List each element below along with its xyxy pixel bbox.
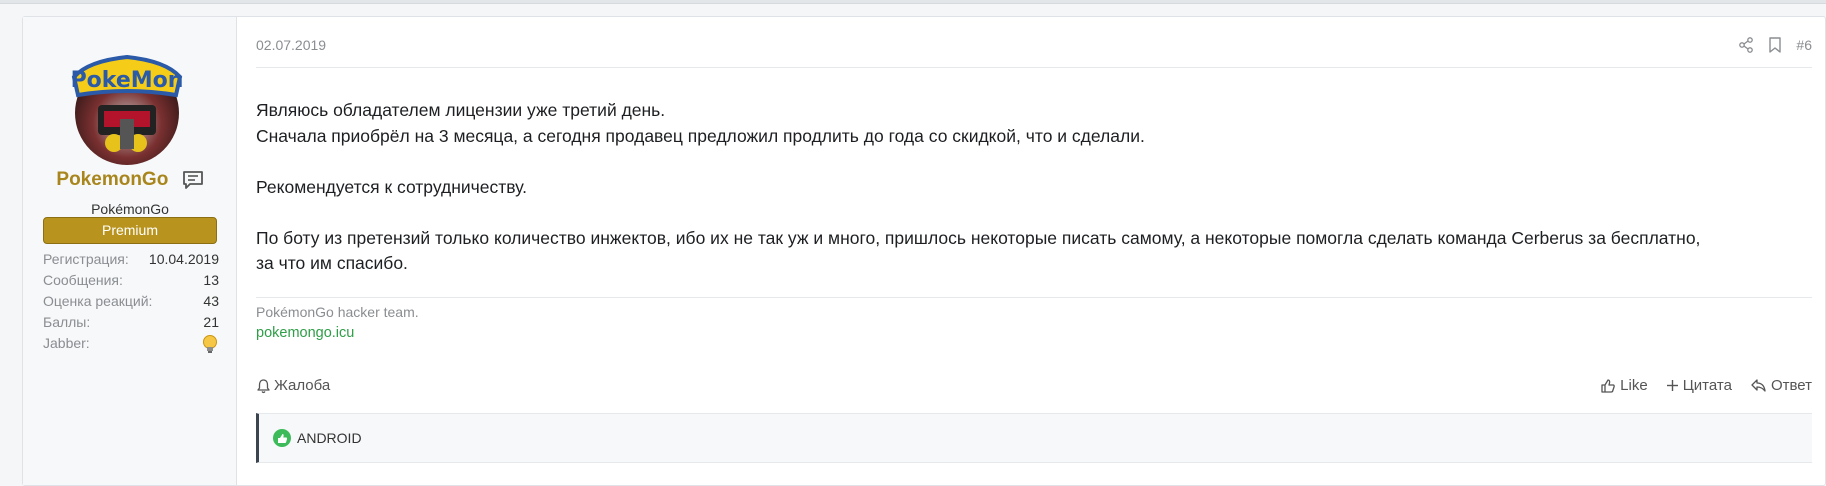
signature-text: PokémonGo hacker team. (256, 304, 419, 320)
stat-label: Сообщения: (43, 272, 123, 288)
like-button[interactable]: Like (1600, 377, 1648, 394)
signature-divider (256, 297, 1812, 298)
post-actions: Like Цитата Ответ (1600, 377, 1812, 394)
username[interactable]: PokemonGo (23, 169, 237, 191)
quote-button[interactable]: Цитата (1666, 377, 1732, 394)
stat-label: Регистрация: (43, 251, 129, 267)
stat-jabber: Jabber: (43, 333, 219, 354)
stat-label: Jabber: (43, 335, 90, 351)
top-divider (0, 0, 1826, 4)
plus-icon (1666, 380, 1678, 391)
user-stats: Регистрация: 10.04.2019 Сообщения: 13 Оц… (43, 249, 219, 354)
post-text-line: Рекомендуется к сотрудничеству. (256, 176, 528, 197)
stat-value: 43 (203, 293, 219, 309)
svg-text:PokeMon: PokeMon (71, 68, 184, 93)
report-button[interactable]: Жалоба (256, 377, 330, 394)
user-banner: Premium (43, 217, 217, 244)
stat-registration: Регистрация: 10.04.2019 (43, 249, 219, 270)
reply-icon (1751, 379, 1766, 392)
post-number[interactable]: #6 (1796, 37, 1812, 53)
reply-label: Ответ (1770, 377, 1812, 394)
signature-link[interactable]: pokemongo.icu (256, 325, 354, 341)
chat-bubble-icon[interactable] (182, 170, 204, 190)
share-icon[interactable] (1738, 37, 1754, 53)
stat-label: Оценка реакций: (43, 293, 153, 309)
user-cell: PokeMon PokemonGo PokémonGo Premium Реги… (23, 17, 237, 485)
reactions-bar[interactable]: ANDROID (256, 413, 1812, 463)
reactions-label[interactable]: ANDROID (297, 430, 362, 446)
post-text-line: за что им спасибо. (256, 253, 408, 273)
post-header-actions: #6 (1738, 37, 1812, 53)
user-title: PokémonGo (91, 201, 169, 217)
like-reaction-icon (273, 429, 291, 447)
post-date[interactable]: 02.07.2019 (256, 37, 326, 53)
stat-reactions: Оценка реакций: 43 (43, 291, 219, 312)
stat-value: 21 (203, 314, 219, 330)
reply-button[interactable]: Ответ (1750, 377, 1812, 394)
post-main: 02.07.2019 #6 Являюсь обладателем лиценз… (256, 17, 1812, 485)
post-body: Являюсь обладателем лицензии уже третий … (256, 98, 1812, 277)
stat-value: 13 (203, 272, 219, 288)
username-text[interactable]: PokemonGo (56, 169, 168, 190)
quote-label: Цитата (1682, 377, 1732, 394)
like-label: Like (1620, 377, 1648, 394)
stat-points: Баллы: 21 (43, 312, 219, 333)
post-text-line: По боту из претензий только количество и… (256, 227, 1701, 248)
post-text-line: Являюсь обладателем лицензии уже третий … (256, 100, 666, 120)
forum-post: PokeMon PokemonGo PokémonGo Premium Реги… (22, 16, 1826, 486)
stat-value: 10.04.2019 (148, 251, 219, 267)
thumbs-up-icon (1601, 378, 1615, 393)
lightbulb-icon[interactable] (201, 334, 219, 354)
post-text-line: Сначала приобрёл на 3 месяца, а сегодня … (256, 125, 1145, 146)
stat-messages: Сообщения: 13 (43, 270, 219, 291)
bell-icon (257, 378, 270, 393)
stat-label: Баллы: (43, 314, 91, 330)
bookmark-icon[interactable] (1768, 37, 1782, 53)
report-label: Жалоба (274, 377, 331, 394)
avatar[interactable]: PokeMon (68, 43, 186, 173)
header-divider (256, 67, 1812, 68)
